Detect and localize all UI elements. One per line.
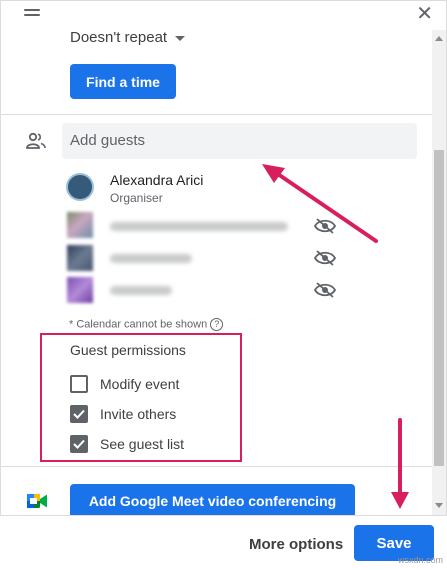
people-icon bbox=[26, 132, 46, 149]
avatar bbox=[66, 173, 94, 201]
checkbox-modify-event[interactable] bbox=[70, 375, 88, 393]
drag-handle-icon[interactable] bbox=[24, 9, 40, 17]
guest-permissions-title: Guest permissions bbox=[70, 342, 186, 358]
eye-off-icon[interactable] bbox=[314, 282, 336, 298]
checkbox-label: Invite others bbox=[100, 406, 177, 422]
eye-off-icon[interactable] bbox=[314, 218, 336, 234]
check-icon bbox=[73, 409, 85, 419]
guest-email-blurred bbox=[110, 286, 172, 295]
checkbox-label: Modify event bbox=[100, 376, 180, 392]
add-guests-input[interactable]: Add guests bbox=[62, 123, 417, 159]
google-meet-icon bbox=[27, 494, 47, 508]
guest-avatar-blurred bbox=[67, 212, 93, 238]
guest-avatar-blurred bbox=[67, 245, 93, 271]
watermark-text: wsxdn.com bbox=[398, 555, 444, 565]
scroll-up-icon[interactable] bbox=[435, 36, 443, 41]
repeat-label: Doesn't repeat bbox=[70, 29, 168, 46]
divider bbox=[0, 466, 432, 467]
checkbox-label: See guest list bbox=[100, 436, 185, 452]
guest-avatar-blurred bbox=[67, 277, 93, 303]
scroll-down-icon[interactable] bbox=[435, 503, 443, 508]
repeat-dropdown[interactable]: Doesn't repeat bbox=[70, 29, 186, 46]
top-bar: ✕ bbox=[0, 0, 447, 28]
guest-email-blurred bbox=[110, 222, 288, 231]
help-icon[interactable]: ? bbox=[210, 318, 224, 331]
organiser-name: Alexandra Arici bbox=[110, 172, 204, 188]
eye-off-icon[interactable] bbox=[314, 250, 336, 266]
close-icon[interactable]: ✕ bbox=[416, 4, 433, 24]
organiser-role: Organiser bbox=[110, 191, 163, 205]
divider bbox=[0, 114, 432, 115]
add-google-meet-button[interactable]: Add Google Meet video conferencing bbox=[70, 484, 355, 518]
find-a-time-button[interactable]: Find a time bbox=[70, 64, 176, 99]
more-options-button[interactable]: More options bbox=[249, 536, 343, 553]
calendar-note-text: * Calendar cannot be shown bbox=[69, 318, 208, 331]
checkbox-see-guest-list[interactable] bbox=[70, 435, 88, 453]
check-icon bbox=[73, 439, 85, 449]
scrollbar-thumb[interactable] bbox=[434, 150, 444, 466]
chevron-down-icon bbox=[175, 35, 186, 41]
checkbox-invite-others[interactable] bbox=[70, 405, 88, 423]
guest-email-blurred bbox=[110, 254, 192, 263]
calendar-note: * Calendar cannot be shown? bbox=[69, 318, 224, 331]
